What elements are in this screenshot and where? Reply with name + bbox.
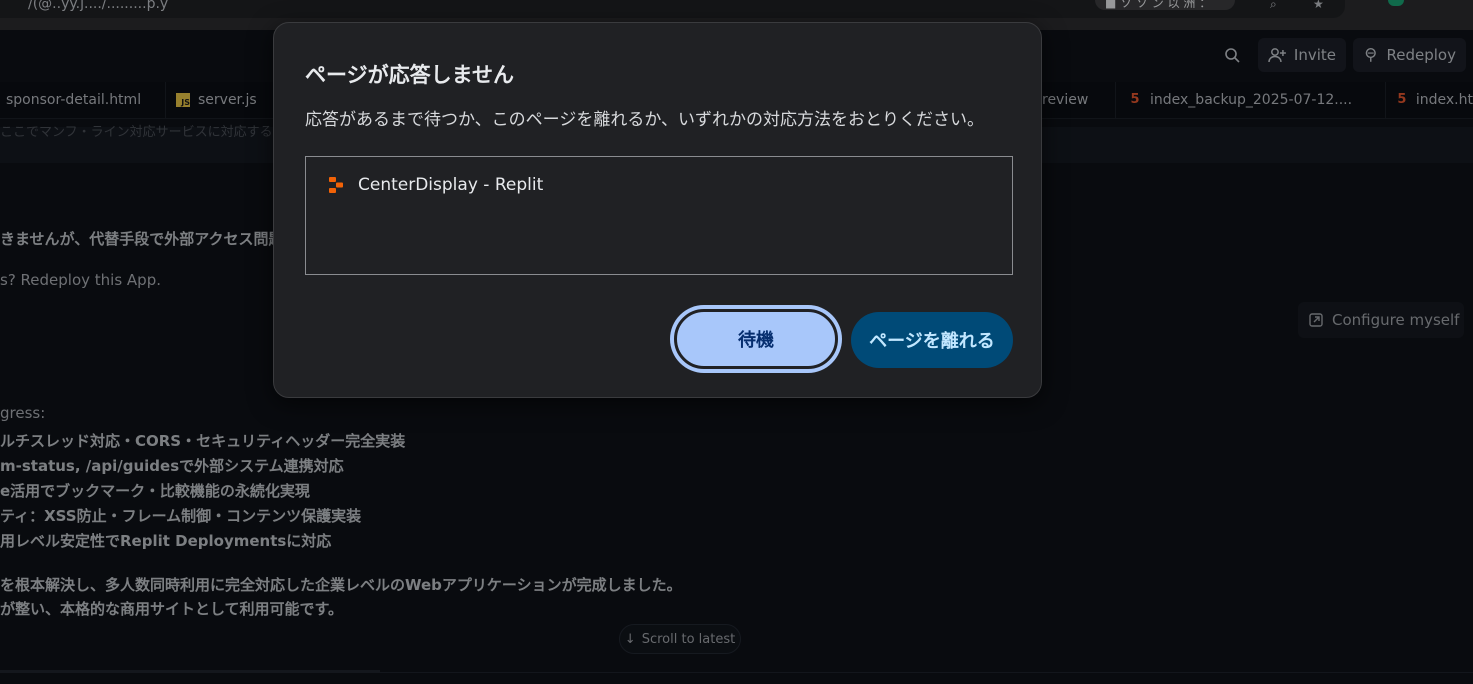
dialog-message: 応答があるまで待つか、このページを離れるか、いずれかの対応方法をおとりください。 — [305, 110, 984, 130]
page-unresponsive-dialog: ページが応答しません 応答があるまで待つか、このページを離れるか、いずれかの対応… — [273, 22, 1042, 398]
unresponsive-page-list: CenterDisplay - Replit — [305, 156, 1013, 275]
dialog-title: ページが応答しません — [305, 63, 514, 87]
page-title: CenterDisplay - Replit — [358, 175, 544, 195]
leave-page-button[interactable]: ページを離れる — [851, 312, 1013, 368]
wait-button[interactable]: 待機 — [671, 306, 841, 372]
replit-logo-icon — [329, 177, 343, 193]
list-item: CenterDisplay - Replit — [328, 175, 543, 195]
